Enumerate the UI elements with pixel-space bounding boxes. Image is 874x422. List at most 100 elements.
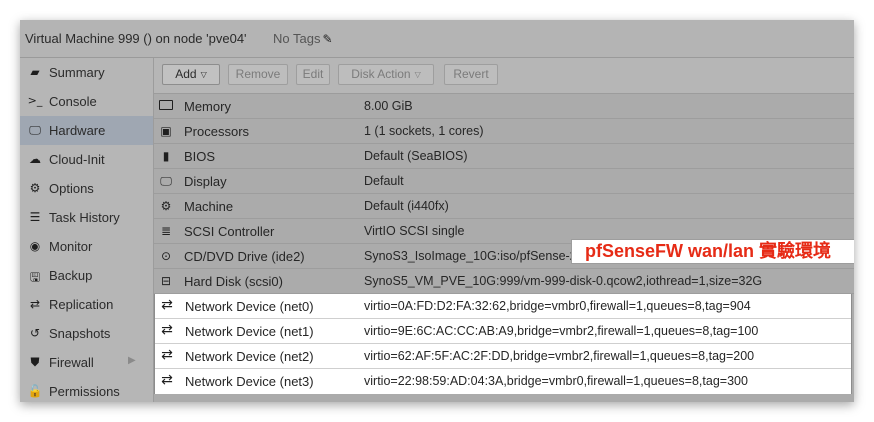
row-value: Default (SeaBIOS) bbox=[364, 149, 468, 163]
floppy-icon: 🖫 bbox=[29, 270, 41, 284]
row-value: virtio=62:AF:5F:AC:2F:DD,bridge=vmbr2,fi… bbox=[364, 349, 755, 363]
exchange-icon: ⇄ bbox=[161, 372, 173, 388]
hardware-row-processors[interactable]: ▣ Processors 1 (1 sockets, 1 cores) bbox=[154, 119, 854, 144]
sidebar-item-cloud-init[interactable]: ☁ Cloud-Init bbox=[20, 145, 153, 174]
tags-label: No Tags bbox=[273, 31, 321, 46]
add-button[interactable]: Add ▽ bbox=[162, 64, 220, 85]
sidebar-item-console[interactable]: >_ Console bbox=[20, 87, 153, 116]
sidebar-item-hardware[interactable]: 🖵 Hardware bbox=[20, 116, 153, 145]
hardware-row-net2[interactable]: ⇄ Network Device (net2) virtio=62:AF:5F:… bbox=[155, 344, 851, 369]
row-name: CD/DVD Drive (ide2) bbox=[184, 249, 305, 264]
sidebar-item-label: Backup bbox=[49, 268, 93, 283]
chevron-right-icon: ▶ bbox=[128, 355, 136, 366]
row-name: Memory bbox=[184, 99, 231, 114]
hardware-row-net3[interactable]: ⇄ Network Device (net3) virtio=22:98:59:… bbox=[155, 369, 851, 394]
tags-area[interactable]: No Tags ✎ bbox=[273, 31, 333, 46]
remove-button[interactable]: Remove bbox=[228, 64, 288, 85]
sidebar-item-replication[interactable]: ⇄ Replication bbox=[20, 290, 153, 319]
row-value: SynoS5_VM_PVE_10G:999/vm-999-disk-0.qcow… bbox=[364, 274, 763, 288]
hardware-row-machine[interactable]: ⚙ Machine Default (i440fx) bbox=[154, 194, 854, 219]
disk-action-label: Disk Action bbox=[351, 67, 411, 81]
hardware-toolbar: Add ▽ Remove Edit Disk Action ▽ Revert bbox=[154, 58, 854, 94]
cloud-icon: ☁ bbox=[29, 152, 41, 166]
row-value: Default (i440fx) bbox=[364, 199, 449, 213]
row-name: Network Device (net2) bbox=[185, 349, 314, 364]
title-bar: Virtual Machine 999 () on node 'pve04' N… bbox=[20, 20, 854, 58]
sidebar-item-summary[interactable]: ▰ Summary bbox=[20, 58, 153, 87]
add-button-label: Add bbox=[175, 67, 197, 81]
disk-action-button[interactable]: Disk Action ▽ bbox=[338, 64, 434, 85]
cdrom-icon: ⊙ bbox=[160, 249, 172, 263]
retweet-icon: ⇄ bbox=[29, 297, 41, 311]
row-name: Hard Disk (scsi0) bbox=[184, 274, 283, 289]
sidebar-item-label: Cloud-Init bbox=[49, 152, 105, 167]
sidebar-item-backup[interactable]: 🖫 Backup bbox=[20, 261, 153, 290]
gear-icon: ⚙ bbox=[29, 181, 41, 195]
row-value: virtio=0A:FD:D2:FA:32:62,bridge=vmbr0,fi… bbox=[364, 299, 751, 313]
desktop-icon: 🖵 bbox=[160, 174, 172, 188]
memory-icon bbox=[157, 99, 175, 113]
sidebar-item-task-history[interactable]: ☰ Task History bbox=[20, 203, 153, 232]
hardware-row-net0[interactable]: ⇄ Network Device (net0) virtio=0A:FD:D2:… bbox=[155, 294, 851, 319]
edit-button[interactable]: Edit bbox=[296, 64, 330, 85]
eye-icon: ◉ bbox=[29, 239, 41, 253]
vm-title: Virtual Machine 999 () on node 'pve04' bbox=[25, 31, 247, 46]
revert-button-label: Revert bbox=[453, 67, 489, 81]
row-value: virtio=22:98:59:AD:04:3A,bridge=vmbr0,fi… bbox=[364, 374, 748, 388]
hardware-row-bios[interactable]: ▮ BIOS Default (SeaBIOS) bbox=[154, 144, 854, 169]
row-value: Default bbox=[364, 174, 404, 188]
row-value: 1 (1 sockets, 1 cores) bbox=[364, 124, 484, 138]
pencil-icon[interactable]: ✎ bbox=[322, 32, 332, 46]
revert-button[interactable]: Revert bbox=[444, 64, 498, 85]
chevron-down-icon: ▽ bbox=[200, 70, 207, 79]
sidebar-item-snapshots[interactable]: ↺ Snapshots bbox=[20, 319, 153, 348]
history-icon: ↺ bbox=[29, 326, 41, 340]
hardware-row-net1[interactable]: ⇄ Network Device (net1) virtio=9E:6C:AC:… bbox=[155, 319, 851, 344]
sidebar-item-firewall[interactable]: ⛊ Firewall ▶ bbox=[20, 348, 153, 377]
hardware-row-memory[interactable]: Memory 8.00 GiB bbox=[154, 94, 854, 119]
annotation-label: pfSenseFW wan/lan 實驗環境 bbox=[571, 239, 854, 264]
sidebar-item-permissions[interactable]: 🔓 Permissions bbox=[20, 377, 153, 402]
sidebar-item-label: Monitor bbox=[49, 239, 93, 254]
edit-button-label: Edit bbox=[302, 67, 324, 81]
row-name: Network Device (net0) bbox=[185, 299, 314, 314]
row-name: SCSI Controller bbox=[184, 224, 275, 239]
chevron-down-icon: ▽ bbox=[414, 70, 421, 79]
sidebar-item-label: Summary bbox=[49, 65, 105, 80]
sidebar-item-options[interactable]: ⚙ Options bbox=[20, 174, 153, 203]
row-value: 8.00 GiB bbox=[364, 99, 413, 113]
hdd-icon: ⊟ bbox=[160, 274, 172, 288]
exchange-icon: ⇄ bbox=[161, 322, 173, 338]
row-name: Display bbox=[184, 174, 227, 189]
row-value: virtio=9E:6C:AC:CC:AB:A9,bridge=vmbr2,fi… bbox=[364, 324, 759, 338]
row-name: BIOS bbox=[184, 149, 216, 164]
row-name: Processors bbox=[184, 124, 250, 139]
terminal-icon: >_ bbox=[27, 94, 43, 107]
unlock-icon: 🔓 bbox=[27, 384, 43, 398]
sidebar-item-monitor[interactable]: ◉ Monitor bbox=[20, 232, 153, 261]
row-name: Machine bbox=[184, 199, 234, 214]
row-value: VirtIO SCSI single bbox=[364, 224, 465, 238]
book-icon: ▰ bbox=[30, 65, 40, 79]
list-icon: ☰ bbox=[29, 210, 41, 224]
sidebar-item-label: Permissions bbox=[49, 384, 120, 399]
sidebar-item-label: Task History bbox=[49, 210, 120, 225]
sidebar-item-label: Hardware bbox=[49, 123, 106, 138]
sidebar-item-label: Firewall bbox=[49, 355, 94, 370]
cpu-icon: ▣ bbox=[160, 124, 172, 138]
sidebar-item-label: Console bbox=[49, 94, 97, 109]
monitor-icon: 🖵 bbox=[29, 123, 41, 137]
microchip-icon: ▮ bbox=[162, 149, 170, 163]
sidebar-item-label: Replication bbox=[49, 297, 114, 312]
hardware-row-hard-disk[interactable]: ⊟ Hard Disk (scsi0) SynoS5_VM_PVE_10G:99… bbox=[154, 269, 854, 294]
exchange-icon: ⇄ bbox=[161, 297, 173, 313]
cogs-icon: ⚙ bbox=[160, 199, 172, 213]
sidebar: ▰ Summary >_ Console 🖵 Hardware ☁ Cloud-… bbox=[20, 58, 154, 402]
hardware-row-display[interactable]: 🖵 Display Default bbox=[154, 169, 854, 194]
database-icon: ≣ bbox=[160, 224, 172, 238]
row-name: Network Device (net3) bbox=[185, 374, 314, 389]
sidebar-item-label: Options bbox=[49, 181, 94, 196]
exchange-icon: ⇄ bbox=[161, 347, 173, 363]
sidebar-item-label: Snapshots bbox=[49, 326, 111, 341]
row-name: Network Device (net1) bbox=[185, 324, 314, 339]
